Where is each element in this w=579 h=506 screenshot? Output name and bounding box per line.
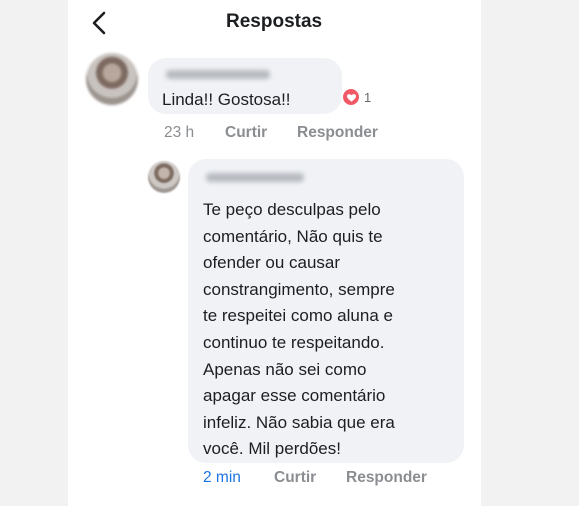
- chevron-left-icon: [92, 11, 106, 35]
- avatar[interactable]: [86, 53, 138, 105]
- author-name-blurred[interactable]: [166, 70, 270, 79]
- reply-button[interactable]: Responder: [346, 469, 427, 487]
- header: Respostas: [0, 0, 579, 46]
- reaction-count: 1: [364, 89, 372, 105]
- reply-text: Te peço desculpas pelo comentário, Não q…: [203, 200, 395, 459]
- back-button[interactable]: [88, 10, 112, 36]
- like-button[interactable]: Curtir: [225, 124, 267, 142]
- reply-bubble: Te peço desculpas pelo comentário, Não q…: [188, 159, 464, 463]
- timestamp[interactable]: 2 min: [203, 469, 241, 487]
- author-name-blurred[interactable]: [206, 173, 304, 182]
- like-button[interactable]: Curtir: [274, 469, 316, 487]
- avatar[interactable]: [148, 161, 180, 193]
- page-title: Respostas: [226, 11, 323, 32]
- comment-text: Linda!! Gostosa!!: [162, 90, 291, 109]
- reaction-summary[interactable]: 1: [341, 87, 371, 107]
- heart-icon: [341, 87, 361, 107]
- timestamp[interactable]: 23 h: [164, 124, 194, 142]
- comment-bubble: Linda!! Gostosa!!: [148, 58, 342, 114]
- reply-button[interactable]: Responder: [297, 124, 378, 142]
